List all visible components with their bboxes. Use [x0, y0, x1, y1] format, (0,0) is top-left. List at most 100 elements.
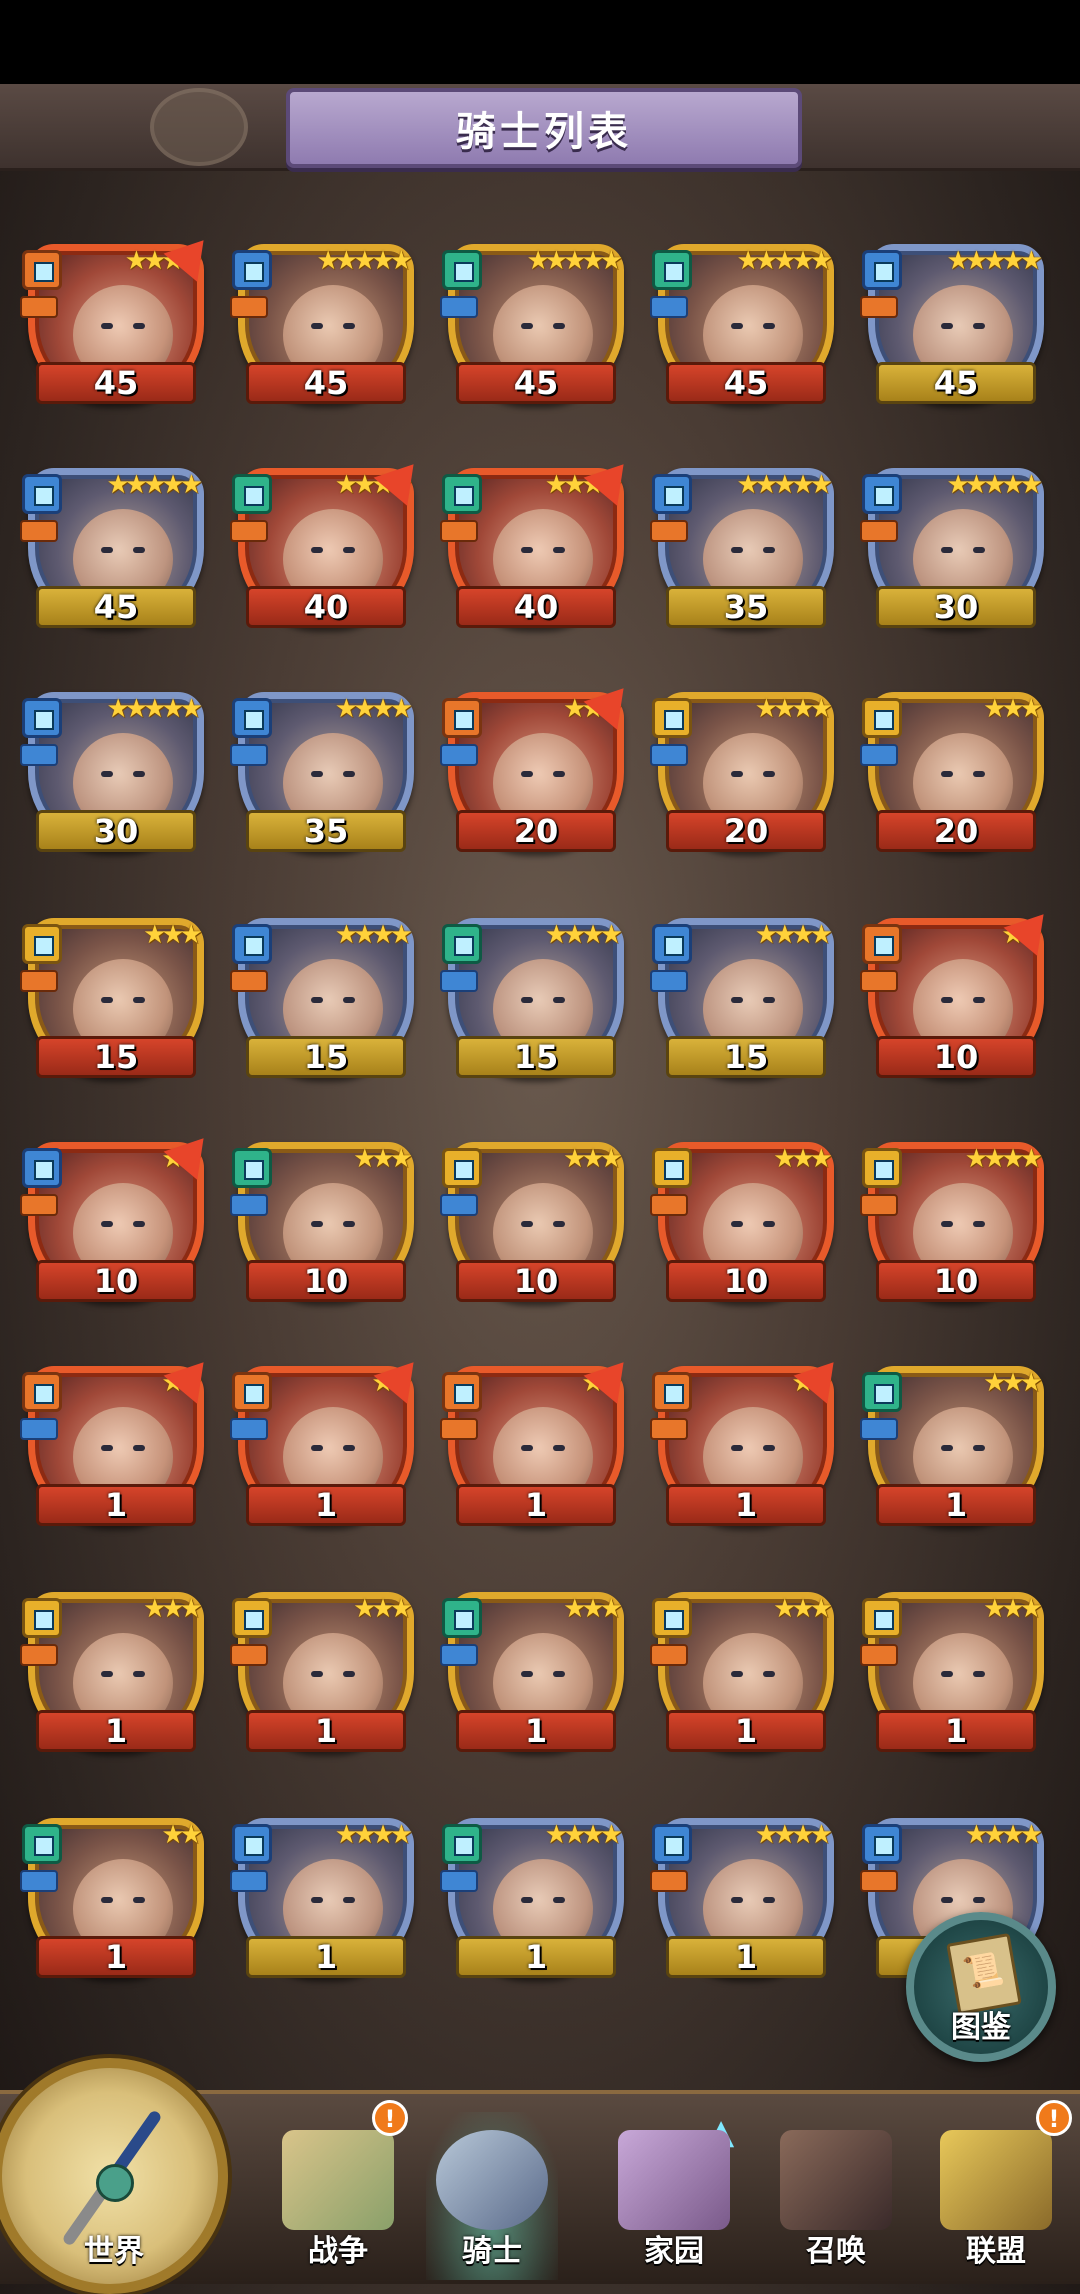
knight-card[interactable]: 45 ★★★★	[20, 226, 221, 424]
atlas-button[interactable]: 📜 图鉴	[906, 1912, 1056, 2062]
knight-card[interactable]: 10 ★★★	[230, 1142, 414, 1322]
weapon-type-icon	[860, 1418, 898, 1440]
knight-eye	[973, 1897, 985, 1903]
knight-card[interactable]: 15 ★★★	[20, 918, 204, 1098]
knight-card[interactable]: 45 ★★★★★	[230, 244, 414, 424]
knight-level: 20	[723, 812, 769, 850]
knight-card[interactable]: 20 ★★★	[440, 674, 641, 872]
knight-card[interactable]: 1 ★★★	[440, 1592, 624, 1772]
class-badge-icon	[442, 474, 482, 514]
class-badge-icon	[442, 698, 482, 738]
knight-card[interactable]: 10 ★★★	[440, 1142, 624, 1322]
weapon-type-icon	[650, 1418, 688, 1440]
knight-grid: 45 ★★★★ 45 ★★★★★ 45 ★★★★★ 45 ★★★★★ 45 ★★★★★ 45 ★★★★…	[0, 0, 1080, 2280]
knight-card[interactable]: 1 ★★	[440, 1348, 641, 1546]
knight-card[interactable]: 1 ★★★	[20, 1592, 204, 1772]
knight-eye	[521, 1221, 533, 1227]
knight-eye	[133, 1671, 145, 1677]
knight-card[interactable]: 15 ★★★★	[230, 918, 414, 1098]
knight-level: 1	[104, 1486, 128, 1524]
nav-summon[interactable]: 召唤	[770, 2112, 902, 2280]
knight-level: 20	[933, 812, 979, 850]
knight-card[interactable]: 1 ★★	[20, 1348, 221, 1546]
knight-eye	[343, 997, 355, 1003]
knight-card[interactable]: 30 ★★★★★	[20, 692, 204, 872]
class-badge-icon	[22, 1824, 62, 1864]
nav-war[interactable]: 战争	[272, 2112, 404, 2280]
weapon-type-icon	[650, 1194, 688, 1216]
knight-card[interactable]: 1 ★★★★	[650, 1818, 834, 1998]
knight-card[interactable]: 1 ★★	[650, 1348, 851, 1546]
knight-eye	[553, 1897, 565, 1903]
knight-card[interactable]: 20 ★★★★	[650, 692, 834, 872]
class-badge-icon	[232, 924, 272, 964]
knight-card[interactable]: 1 ★★	[230, 1348, 431, 1546]
star-rating: ★★★★	[544, 1820, 623, 1850]
knight-level: 40	[303, 588, 349, 626]
knight-eye	[973, 323, 985, 329]
knight-card[interactable]: 45 ★★★★★	[20, 468, 204, 648]
knight-card[interactable]: 10 ★★★	[650, 1142, 834, 1322]
knight-card[interactable]: 1 ★★★★	[440, 1818, 624, 1998]
weapon-type-icon	[440, 1644, 478, 1666]
knight-card[interactable]: 1 ★★★	[650, 1592, 834, 1772]
knight-card[interactable]: 15 ★★★★	[650, 918, 834, 1098]
knight-eye	[973, 1671, 985, 1677]
knight-level: 1	[944, 1486, 968, 1524]
nav-alliance-label: 联盟	[966, 2234, 1026, 2269]
knight-level: 1	[314, 1938, 338, 1976]
knight-eye	[941, 1897, 953, 1903]
knight-level: 45	[513, 364, 559, 402]
knight-level: 30	[933, 588, 979, 626]
knight-card[interactable]: 35 ★★★★	[230, 692, 414, 872]
home-house-icon	[618, 2130, 730, 2230]
knight-eye	[311, 323, 323, 329]
knight-level: 10	[303, 1262, 349, 1300]
knight-eye	[941, 323, 953, 329]
knight-card[interactable]: 45 ★★★★★	[860, 244, 1044, 424]
knight-eye	[553, 1445, 565, 1451]
star-rating: ★★	[161, 1820, 203, 1850]
weapon-type-icon	[440, 744, 478, 766]
weapon-type-icon	[860, 1644, 898, 1666]
class-badge-icon	[862, 698, 902, 738]
nav-home[interactable]: 家园	[608, 2112, 740, 2280]
weapon-type-icon	[230, 520, 268, 542]
knight-card[interactable]: 45 ★★★★★	[650, 244, 834, 424]
nav-world-label: 世界	[84, 2234, 144, 2269]
knight-eye	[973, 547, 985, 553]
knight-card[interactable]: 10 ★★	[20, 1124, 221, 1322]
class-badge-icon	[862, 474, 902, 514]
knight-card[interactable]: 1 ★★★	[230, 1592, 414, 1772]
star-rating: ★★★	[983, 1594, 1043, 1624]
weapon-type-icon	[20, 1644, 58, 1666]
knight-eye	[553, 997, 565, 1003]
knight-card[interactable]: 30 ★★★★★	[860, 468, 1044, 648]
knight-card[interactable]: 1 ★★★★	[230, 1818, 414, 1998]
knight-level: 1	[944, 1712, 968, 1750]
knight-card[interactable]: 35 ★★★★★	[650, 468, 834, 648]
knight-card[interactable]: 45 ★★★★★	[440, 244, 624, 424]
knight-card[interactable]: 1 ★★★	[860, 1592, 1044, 1772]
nav-knight[interactable]: 骑士	[426, 2112, 558, 2280]
knight-card[interactable]: 40 ★★★★	[440, 450, 641, 648]
knight-card[interactable]: 20 ★★★	[860, 692, 1044, 872]
knight-level: 1	[314, 1486, 338, 1524]
class-badge-icon	[442, 924, 482, 964]
knight-card[interactable]: 15 ★★★★	[440, 918, 624, 1098]
knight-card[interactable]: 10 ★★	[860, 900, 1061, 1098]
star-rating: ★★★★	[754, 920, 833, 950]
star-rating: ★★★	[773, 1594, 833, 1624]
class-badge-icon	[652, 1148, 692, 1188]
weapon-type-icon	[230, 1418, 268, 1440]
knight-card[interactable]: 1 ★★	[20, 1818, 204, 1998]
knight-level: 40	[513, 588, 559, 626]
knight-level: 1	[734, 1938, 758, 1976]
knight-card[interactable]: 40 ★★★★	[230, 450, 431, 648]
knight-card[interactable]: 1 ★★★	[860, 1366, 1044, 1546]
knight-level: 10	[93, 1262, 139, 1300]
knight-card[interactable]: 10 ★★★★	[860, 1142, 1044, 1322]
knight-eye	[521, 547, 533, 553]
weapon-type-icon	[230, 1644, 268, 1666]
nav-alliance[interactable]: 联盟	[930, 2112, 1062, 2280]
